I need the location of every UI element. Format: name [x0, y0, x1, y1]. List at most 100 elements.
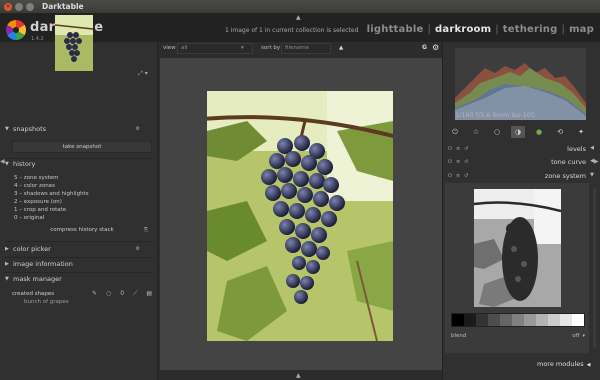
mask-manager-header[interactable]: ▼ mask manager — [5, 273, 153, 285]
module-zone-system[interactable]: ⏻ ≡ ↺ zone system ▼ — [444, 170, 594, 182]
take-snapshot-button[interactable]: take snapshot — [12, 141, 152, 153]
history-item[interactable]: 0 – original — [14, 214, 89, 222]
history-header[interactable]: ▼ history — [5, 158, 153, 170]
path-tool-icon[interactable]: ✎ — [92, 290, 97, 298]
center-toolbar: view all ▾ sort by filename ▲ — [158, 42, 442, 56]
expand-arrow-icon[interactable]: ◀ — [590, 145, 594, 151]
expand-arrow-icon: ◀ — [586, 362, 591, 368]
compress-history-label: compress history stack — [50, 227, 114, 233]
favorite-icon[interactable]: ☆ — [469, 126, 483, 138]
expand-arrow-icon: ▶ — [5, 261, 9, 267]
ellipse-tool-icon[interactable]: 0 — [120, 290, 124, 298]
zone-preview — [474, 189, 561, 307]
module-name: zone system — [544, 172, 586, 180]
image-information-header[interactable]: ▶ image information — [5, 258, 153, 270]
power-icon[interactable]: ⏻ — [448, 126, 462, 138]
collapse-bottom-panel-icon[interactable]: ▲ — [296, 372, 301, 379]
reset-icon[interactable]: ⚙ — [136, 246, 140, 252]
view-dropdown-icon[interactable]: ▾ — [241, 45, 244, 51]
history-item[interactable]: 5 – zone system — [14, 174, 89, 182]
basic-group-icon[interactable]: ○ — [490, 126, 504, 138]
circle-tool-icon[interactable]: ○ — [106, 290, 111, 298]
view-map[interactable]: map — [569, 24, 594, 35]
gear-icon[interactable]: ⚙ — [432, 43, 439, 52]
more-modules-button[interactable]: more modules ◀ — [537, 360, 591, 368]
main-photo[interactable] — [207, 91, 393, 341]
shape-item[interactable]: bunch of grapes — [24, 299, 69, 305]
window-title: Darktable — [42, 2, 84, 11]
selection-info: 1 image of 1 in current collection is se… — [225, 27, 359, 34]
correct-group-icon[interactable]: ⟲ — [553, 126, 567, 138]
sort-select[interactable]: filename — [281, 43, 331, 54]
sort-label: sort by — [261, 45, 281, 51]
exif-info: 1/160 f/5.6 6mm iso 100 — [455, 111, 536, 119]
blend-dropdown-icon[interactable]: ▾ — [582, 333, 585, 342]
power-icon[interactable]: ⏻ — [448, 159, 452, 165]
presets-icon[interactable]: ≡ — [456, 173, 460, 179]
module-tone-curve[interactable]: ⏻ ≡ ↺ tone curve ◀ — [444, 156, 594, 168]
reset-icon[interactable]: ⚙ — [136, 126, 140, 132]
color-picker-header[interactable]: ▶ color picker ⚙ — [5, 243, 153, 255]
history-item[interactable]: 2 – exposure (on) — [14, 198, 89, 206]
view-label: view — [163, 45, 176, 51]
collapse-right-panel-icon[interactable]: ▶ — [594, 158, 599, 165]
collapse-top-panel-icon[interactable]: ▲ — [296, 14, 301, 21]
navigation-thumbnail[interactable] — [55, 15, 93, 71]
collapse-arrow-icon: ▼ — [5, 276, 9, 282]
gradient-tool-icon[interactable]: ▤ — [146, 290, 152, 298]
module-levels[interactable]: ⏻ ≡ ↺ levels ◀ — [444, 143, 594, 155]
power-icon[interactable]: ⏻ — [448, 146, 452, 152]
maximize-window-button[interactable] — [26, 2, 34, 11]
expand-arrow-icon[interactable]: ◀ — [590, 158, 594, 164]
effect-group-icon[interactable]: ✦ — [574, 126, 588, 138]
sort-order-icon[interactable]: ▲ — [339, 45, 343, 51]
close-window-button[interactable]: × — [4, 2, 12, 11]
collapse-arrow-icon: ▼ — [5, 126, 9, 132]
color-picker-title: color picker — [13, 245, 51, 253]
blend-value[interactable]: off — [572, 333, 579, 342]
module-group-bar: ⏻ ☆ ○ ◑ ● ⟲ ✦ — [448, 125, 588, 138]
window-titlebar: × Darktable — [0, 0, 600, 14]
blend-label: blend — [451, 333, 467, 339]
created-shapes-label: created shapes — [12, 290, 55, 297]
zone-bar[interactable] — [451, 313, 585, 327]
grouping-button[interactable]: G — [422, 44, 427, 51]
color-group-icon[interactable]: ● — [532, 126, 546, 138]
snapshots-title: snapshots — [13, 125, 47, 133]
compress-history-button[interactable]: compress history stack ⎘ — [12, 225, 152, 236]
more-modules-label: more modules — [537, 360, 584, 368]
minimize-window-button[interactable] — [15, 2, 23, 11]
history-item[interactable]: 3 – shadows and highlights — [14, 190, 89, 198]
lock-icon[interactable]: ⎘ — [144, 225, 148, 236]
expand-arrow-icon: ▶ — [5, 246, 9, 252]
presets-icon[interactable]: ≡ — [456, 146, 460, 152]
history-item[interactable]: 1 – crop and rotate — [14, 206, 89, 214]
module-name: tone curve — [551, 158, 586, 166]
presets-icon[interactable]: ≡ — [456, 159, 460, 165]
reset-icon[interactable]: ↺ — [464, 159, 468, 165]
history-title: history — [13, 160, 36, 168]
blend-row[interactable]: blend off ▾ — [451, 333, 585, 342]
history-item[interactable]: 4 – color zones — [14, 182, 89, 190]
history-list: 5 – zone system 4 – color zones 3 – shad… — [14, 174, 89, 223]
collapse-arrow-icon: ▼ — [5, 161, 9, 167]
power-icon[interactable]: ⏻ — [448, 173, 452, 179]
mask-manager-title: mask manager — [13, 275, 62, 283]
reset-icon[interactable]: ↺ — [464, 146, 468, 152]
module-name: levels — [567, 145, 586, 153]
view-darkroom[interactable]: darkroom — [435, 24, 491, 35]
darktable-logo-icon — [6, 20, 26, 40]
image-information-title: image information — [13, 260, 73, 268]
collapse-arrow-icon[interactable]: ▼ — [590, 172, 594, 178]
right-panel-scrollbar[interactable] — [593, 188, 596, 348]
zoom-options-icon[interactable]: ⤢ ▾ — [138, 70, 148, 78]
brush-tool-icon[interactable]: ⟋ — [133, 290, 137, 298]
view-switcher: lighttable | darkroom | tethering | map — [366, 24, 594, 35]
histogram[interactable] — [455, 48, 586, 120]
tone-group-icon[interactable]: ◑ — [511, 125, 525, 138]
reset-icon[interactable]: ↺ — [464, 173, 468, 179]
created-shapes-row: created shapes ✎ ○ 0 ⟋ ▤ — [12, 289, 152, 298]
view-lighttable[interactable]: lighttable — [367, 24, 424, 35]
view-tethering[interactable]: tethering — [503, 24, 558, 35]
snapshots-header[interactable]: ▼ snapshots ⚙ — [5, 123, 153, 135]
